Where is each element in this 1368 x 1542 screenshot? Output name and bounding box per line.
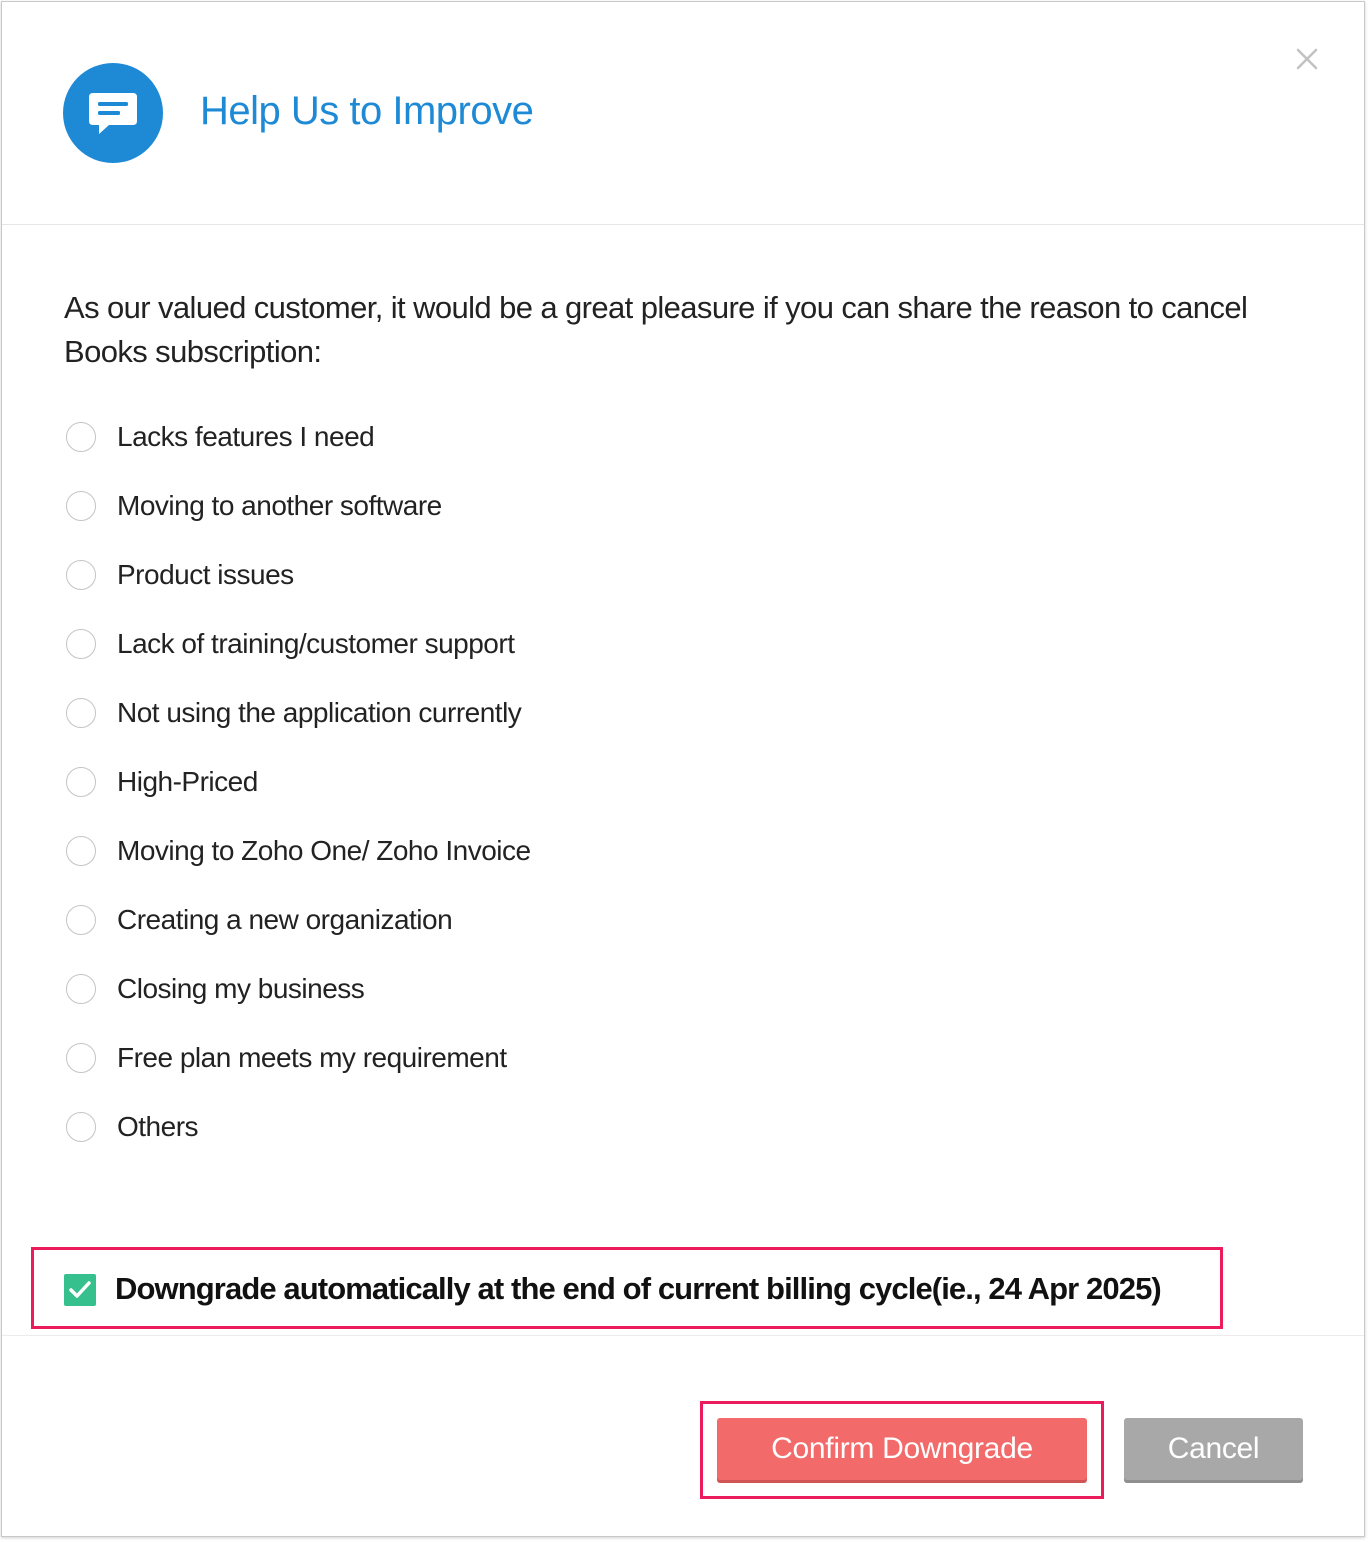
radio-button[interactable]: [66, 974, 96, 1004]
dialog-footer: Confirm Downgrade Cancel: [2, 1335, 1364, 1537]
reason-label: Lack of training/customer support: [117, 628, 515, 659]
chat-bubble-icon: [63, 63, 163, 163]
radio-button[interactable]: [66, 767, 96, 797]
checkmark-icon: [69, 1281, 91, 1298]
auto-downgrade-checkbox[interactable]: [64, 1274, 96, 1306]
radio-button[interactable]: [66, 905, 96, 935]
feedback-dialog: Help Us to Improve As our valued custome…: [1, 1, 1365, 1537]
reason-label: Not using the application currently: [117, 697, 522, 728]
reason-label: Creating a new organization: [117, 904, 453, 935]
auto-downgrade-label[interactable]: Downgrade automatically at the end of cu…: [115, 1268, 1162, 1310]
radio-button[interactable]: [66, 422, 96, 452]
radio-button[interactable]: [66, 698, 96, 728]
radio-button[interactable]: [66, 1112, 96, 1142]
reason-label: Closing my business: [117, 973, 365, 1004]
reason-label: Lacks features I need: [117, 421, 375, 452]
radio-button[interactable]: [66, 560, 96, 590]
dialog-header: Help Us to Improve: [2, 2, 1364, 225]
auto-downgrade-highlight: Downgrade automatically at the end of cu…: [31, 1247, 1223, 1329]
reason-label: Moving to another software: [117, 490, 442, 521]
confirm-downgrade-button[interactable]: Confirm Downgrade: [717, 1418, 1087, 1480]
cancel-button[interactable]: Cancel: [1124, 1418, 1303, 1480]
intro-text: As our valued customer, it would be a gr…: [64, 290, 1248, 369]
reason-label: High-Priced: [117, 766, 258, 797]
close-icon[interactable]: [1290, 42, 1324, 76]
radio-button[interactable]: [66, 629, 96, 659]
radio-button[interactable]: [66, 836, 96, 866]
dialog-title: Help Us to Improve: [200, 89, 534, 133]
radio-button[interactable]: [66, 491, 96, 521]
reason-label: Others: [117, 1111, 199, 1142]
radio-button[interactable]: [66, 1043, 96, 1073]
reason-label: Free plan meets my requirement: [117, 1042, 507, 1073]
reason-label: Product issues: [117, 559, 294, 590]
reason-label: Moving to Zoho One/ Zoho Invoice: [117, 835, 531, 866]
